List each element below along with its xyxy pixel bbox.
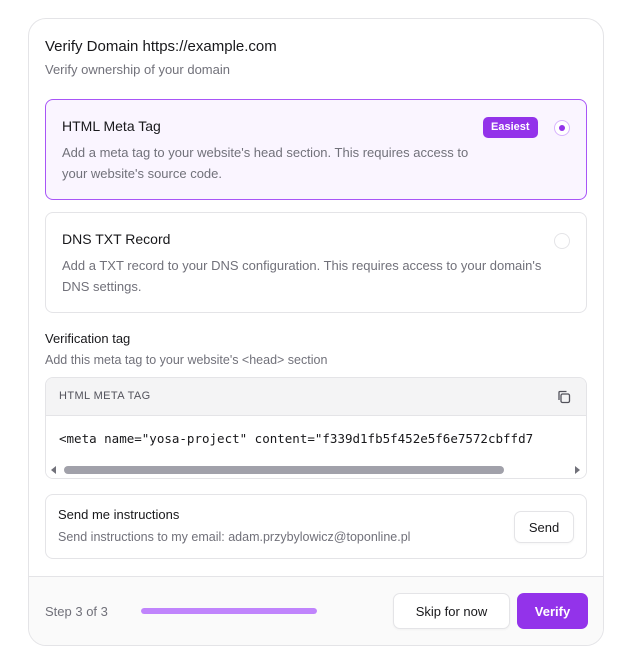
easiest-badge: Easiest <box>483 117 538 138</box>
scroll-right-arrow-icon[interactable] <box>575 466 580 474</box>
meta-tag-code[interactable]: <meta name="yosa-project" content="f339d… <box>59 431 575 446</box>
page-title: Verify Domain https://example.com <box>45 38 277 55</box>
option-description: Add a TXT record to your DNS configurati… <box>62 258 542 294</box>
send-instructions-panel: Send me instructions Send instructions t… <box>45 494 587 559</box>
option-html-meta-tag[interactable]: HTML Meta Tag Easiest Add a meta tag to … <box>45 99 587 200</box>
verification-tag-label: Verification tag <box>45 331 131 346</box>
step-indicator: Step 3 of 3 <box>45 604 108 619</box>
verify-button[interactable]: Verify <box>517 593 588 629</box>
code-block-header: HTML META TAG <box>46 378 586 416</box>
radio-html-meta-tag[interactable] <box>554 120 570 136</box>
verify-domain-card: Verify Domain https://example.com Verify… <box>28 18 604 646</box>
page-subtitle: Verify ownership of your domain <box>45 62 230 77</box>
verification-tag-description: Add this meta tag to your website's <hea… <box>45 353 328 367</box>
option-title: DNS TXT Record <box>62 231 171 247</box>
horizontal-scrollbar[interactable] <box>46 462 586 478</box>
progress-bar-fill <box>141 608 317 614</box>
send-instructions-title: Send me instructions <box>58 507 180 522</box>
option-title: HTML Meta Tag <box>62 118 161 134</box>
footer: Step 3 of 3 Skip for now Verify <box>29 576 603 645</box>
copy-icon[interactable] <box>556 389 572 405</box>
send-instructions-description: Send instructions to my email: adam.przy… <box>58 530 411 544</box>
radio-dns-txt-record[interactable] <box>554 233 570 249</box>
progress-bar <box>141 608 317 614</box>
option-dns-txt-record[interactable]: DNS TXT Record Add a TXT record to your … <box>45 212 587 313</box>
send-button[interactable]: Send <box>514 511 574 543</box>
option-description: Add a meta tag to your website's head se… <box>62 145 469 181</box>
scrollbar-thumb[interactable] <box>64 466 504 474</box>
scroll-left-arrow-icon[interactable] <box>51 466 56 474</box>
skip-for-now-button[interactable]: Skip for now <box>393 593 510 629</box>
code-block: HTML META TAG <meta name="yosa-project" … <box>45 377 587 479</box>
code-block-label: HTML META TAG <box>59 390 151 402</box>
